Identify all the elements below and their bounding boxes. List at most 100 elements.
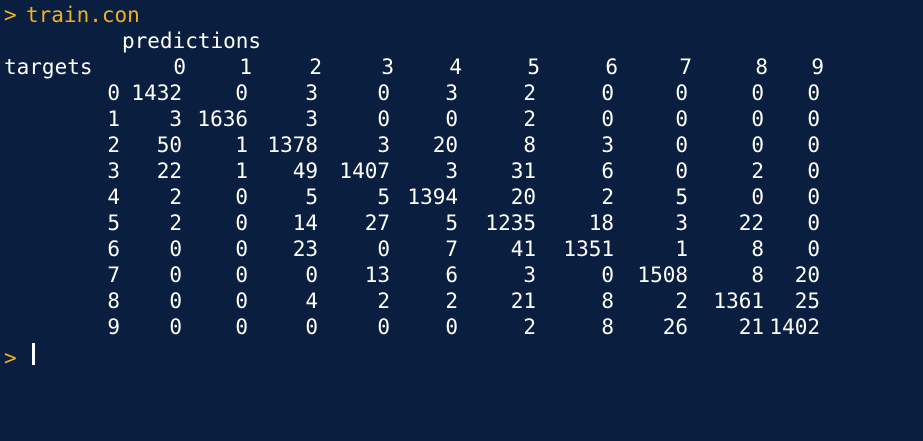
table-cell: 2 [169, 211, 182, 235]
predictions-header-line: predictions [0, 28, 923, 54]
table-cell: 1361 [713, 289, 764, 313]
table-cell: 20 [794, 263, 820, 287]
predictions-label: predictions [122, 29, 262, 53]
table-cell: 1 [235, 133, 248, 157]
table-cell: 8 [601, 289, 614, 313]
table-row: 0 1432 0 3 0 3 2 0 0 0 0 [0, 80, 923, 106]
table-cell: 3 [445, 81, 458, 105]
command-text: train.con [26, 3, 140, 27]
row-label: 6 [107, 237, 120, 261]
table-cell: 3 [523, 263, 536, 287]
r-console[interactable]: > train.con predictions targets 0 1 2 3 … [0, 0, 923, 441]
input-prompt-line[interactable]: > [0, 343, 923, 370]
column-header: 2 [309, 55, 322, 79]
table-cell: 0 [751, 185, 764, 209]
table-row: 7 0 0 0 13 6 3 0 1508 8 20 [0, 262, 923, 288]
table-cell: 26 [662, 315, 688, 339]
row-label: 0 [107, 81, 120, 105]
column-header: 9 [811, 55, 824, 79]
table-cell: 2 [523, 315, 536, 339]
column-header: 7 [679, 55, 692, 79]
table-cell: 0 [445, 107, 458, 131]
table-cell: 8 [751, 237, 764, 261]
row-label: 4 [107, 185, 120, 209]
table-cell: 22 [738, 211, 764, 235]
table-cell: 5 [445, 211, 458, 235]
table-cell: 0 [807, 185, 820, 209]
table-row: 4 2 0 5 5 1394 20 2 5 0 0 [0, 184, 923, 210]
table-cell: 1394 [407, 185, 458, 209]
table-cell: 3 [445, 159, 458, 183]
table-cell: 2 [445, 289, 458, 313]
table-cell: 2 [751, 159, 764, 183]
table-cell: 2 [377, 289, 390, 313]
targets-label: targets [4, 55, 93, 79]
table-cell: 5 [675, 185, 688, 209]
table-cell: 1235 [485, 211, 536, 235]
prompt-symbol: > [4, 346, 17, 370]
table-cell: 1508 [637, 263, 688, 287]
table-cell: 0 [807, 237, 820, 261]
table-cell: 0 [377, 315, 390, 339]
table-cell: 3 [305, 107, 318, 131]
table-cell: 0 [601, 263, 614, 287]
table-cell: 25 [794, 289, 820, 313]
text-cursor [32, 343, 35, 365]
table-cell: 0 [305, 263, 318, 287]
table-cell: 3 [601, 133, 614, 157]
table-cell: 41 [510, 237, 536, 261]
table-cell: 8 [523, 133, 536, 157]
row-label: 7 [107, 263, 120, 287]
table-cell: 8 [751, 263, 764, 287]
table-cell: 1432 [131, 81, 182, 105]
table-cell: 13 [364, 263, 390, 287]
table-cell: 0 [751, 133, 764, 157]
table-cell: 1 [235, 159, 248, 183]
table-cell: 0 [235, 263, 248, 287]
table-cell: 0 [807, 211, 820, 235]
table-cell: 2 [169, 185, 182, 209]
table-cell: 5 [305, 185, 318, 209]
table-row: 1 3 1636 3 0 0 2 0 0 0 0 [0, 106, 923, 132]
table-cell: 0 [601, 81, 614, 105]
row-label: 3 [107, 159, 120, 183]
table-cell: 0 [169, 315, 182, 339]
column-header: 4 [449, 55, 462, 79]
table-cell: 0 [751, 107, 764, 131]
column-header: 8 [755, 55, 768, 79]
table-cell: 0 [235, 315, 248, 339]
table-cell: 2 [523, 107, 536, 131]
table-cell: 49 [292, 159, 318, 183]
table-row: 5 2 0 14 27 5 1235 18 3 22 0 [0, 210, 923, 236]
table-cell: 3 [377, 133, 390, 157]
table-cell: 3 [169, 107, 182, 131]
table-cell: 0 [445, 315, 458, 339]
table-cell: 0 [807, 107, 820, 131]
table-cell: 23 [292, 237, 318, 261]
table-cell: 0 [601, 107, 614, 131]
row-label: 9 [107, 315, 120, 339]
table-row: 3 22 1 49 1407 3 31 6 0 2 0 [0, 158, 923, 184]
table-cell: 0 [377, 237, 390, 261]
table-cell: 0 [675, 107, 688, 131]
column-header-row: targets 0 1 2 3 4 5 6 7 8 9 [0, 54, 923, 80]
table-cell: 0 [169, 289, 182, 313]
table-cell: 6 [601, 159, 614, 183]
confusion-matrix-body: 0 1432 0 3 0 3 2 0 0 0 0 1 3 1636 3 0 0 2 0 0 0 0 2 50 1 1378 3 20 8… [0, 80, 923, 340]
column-header: 6 [605, 55, 618, 79]
table-cell: 50 [156, 133, 182, 157]
table-cell: 0 [377, 107, 390, 131]
table-cell: 20 [510, 185, 536, 209]
table-cell: 0 [235, 185, 248, 209]
column-header: 5 [527, 55, 540, 79]
table-cell: 1 [675, 237, 688, 261]
table-cell: 1351 [563, 237, 614, 261]
table-cell: 18 [588, 211, 614, 235]
column-header: 1 [239, 55, 252, 79]
command-line: > train.con [0, 2, 923, 28]
table-cell: 3 [305, 81, 318, 105]
row-label: 2 [107, 133, 120, 157]
table-cell: 2 [675, 289, 688, 313]
table-cell: 0 [235, 289, 248, 313]
table-row: 6 0 0 23 0 7 41 1351 1 8 0 [0, 236, 923, 262]
